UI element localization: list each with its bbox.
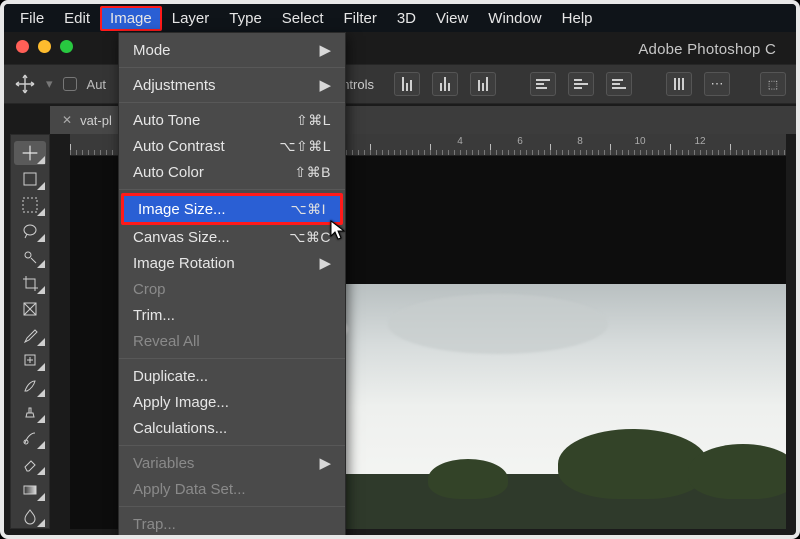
menu-item-apply-image[interactable]: Apply Image...	[119, 389, 345, 415]
spot-heal-tool[interactable]	[14, 349, 46, 373]
ruler-label: 8	[577, 136, 583, 147]
blur-tool[interactable]	[14, 504, 46, 528]
align-hcenter-button[interactable]	[432, 72, 458, 96]
menu-item-canvas-size[interactable]: Canvas Size...⌥⌘C	[119, 224, 345, 250]
menu-3d[interactable]: 3D	[387, 6, 426, 31]
eraser-tool[interactable]	[14, 452, 46, 476]
document-tab-label: vat-pl	[80, 113, 112, 128]
toolbox	[10, 134, 50, 529]
align-top-button[interactable]	[530, 72, 556, 96]
quick-select-tool[interactable]	[14, 245, 46, 269]
menu-item-duplicate[interactable]: Duplicate...	[119, 363, 345, 389]
menu-view[interactable]: View	[426, 6, 478, 31]
close-tab-icon[interactable]: ✕	[62, 113, 72, 127]
menu-item-auto-color[interactable]: Auto Color⇧⌘B	[119, 159, 345, 185]
ruler-label: 10	[634, 136, 645, 147]
menu-select[interactable]: Select	[272, 6, 334, 31]
menu-item-trim[interactable]: Trim...	[119, 302, 345, 328]
menu-item-mode[interactable]: Mode▶	[119, 37, 345, 63]
clone-stamp-tool[interactable]	[14, 400, 46, 424]
minimize-window-icon[interactable]	[38, 40, 51, 53]
window-controls	[16, 40, 73, 53]
move-tool-icon[interactable]	[14, 73, 36, 95]
auto-select-checkbox[interactable]	[63, 77, 77, 91]
align-vcenter-button[interactable]	[568, 72, 594, 96]
submenu-arrow-icon: ▶	[319, 41, 331, 59]
auto-select-label: Aut	[87, 77, 107, 92]
align-right-button[interactable]	[470, 72, 496, 96]
align-left-button[interactable]	[394, 72, 420, 96]
menu-item-image-size[interactable]: Image Size...⌥⌘I	[124, 196, 340, 222]
menu-item-adjustments[interactable]: Adjustments▶	[119, 72, 345, 98]
ruler-label: 4	[457, 136, 463, 147]
submenu-arrow-icon: ▶	[319, 454, 331, 472]
marquee-tool[interactable]	[14, 193, 46, 217]
menu-type[interactable]: Type	[219, 6, 272, 31]
lasso-tool[interactable]	[14, 219, 46, 243]
menu-window[interactable]: Window	[478, 6, 551, 31]
menu-item-auto-tone[interactable]: Auto Tone⇧⌘L	[119, 107, 345, 133]
menu-edit[interactable]: Edit	[54, 6, 100, 31]
system-menubar: File Edit Image Layer Type Select Filter…	[4, 4, 796, 32]
menu-file[interactable]: File	[10, 6, 54, 31]
menu-item-calculations[interactable]: Calculations...	[119, 415, 345, 441]
submenu-arrow-icon: ▶	[319, 254, 331, 272]
submenu-arrow-icon: ▶	[319, 76, 331, 94]
menu-filter[interactable]: Filter	[334, 6, 387, 31]
zoom-window-icon[interactable]	[60, 40, 73, 53]
ruler-label: 12	[694, 136, 705, 147]
menu-item-variables: Variables▶	[119, 450, 345, 476]
frame-tool[interactable]	[14, 297, 46, 321]
distribute-button[interactable]	[666, 72, 692, 96]
eyedropper-tool[interactable]	[14, 323, 46, 347]
menu-layer[interactable]: Layer	[162, 6, 220, 31]
menu-image[interactable]: Image	[100, 6, 162, 31]
history-brush-tool[interactable]	[14, 426, 46, 450]
gradient-tool[interactable]	[14, 478, 46, 502]
menu-item-auto-contrast[interactable]: Auto Contrast⌥⇧⌘L	[119, 133, 345, 159]
close-window-icon[interactable]	[16, 40, 29, 53]
menu-item-reveal-all: Reveal All	[119, 328, 345, 354]
ruler-label: 6	[517, 136, 523, 147]
move-tool[interactable]	[14, 141, 46, 165]
menu-item-trap: Trap...	[119, 511, 345, 537]
app-frame: { "menubar": { "items": [ {"label":"File…	[0, 0, 800, 539]
menu-help[interactable]: Help	[552, 6, 603, 31]
3d-mode-button[interactable]: ⬚	[760, 72, 786, 96]
menu-item-apply-data-set: Apply Data Set...	[119, 476, 345, 502]
window-title: Adobe Photoshop C	[638, 40, 776, 60]
menu-item-crop: Crop	[119, 276, 345, 302]
crop-tool[interactable]	[14, 271, 46, 295]
menu-item-image-rotation[interactable]: Image Rotation▶	[119, 250, 345, 276]
brush-tool[interactable]	[14, 374, 46, 398]
artboard-tool[interactable]	[14, 167, 46, 191]
document-tab[interactable]: ✕ vat-pl	[50, 106, 125, 134]
image-menu-dropdown: Mode▶ Adjustments▶ Auto Tone⇧⌘L Auto Con…	[118, 32, 346, 539]
align-bottom-button[interactable]	[606, 72, 632, 96]
more-align-button[interactable]: ⋯	[704, 72, 730, 96]
